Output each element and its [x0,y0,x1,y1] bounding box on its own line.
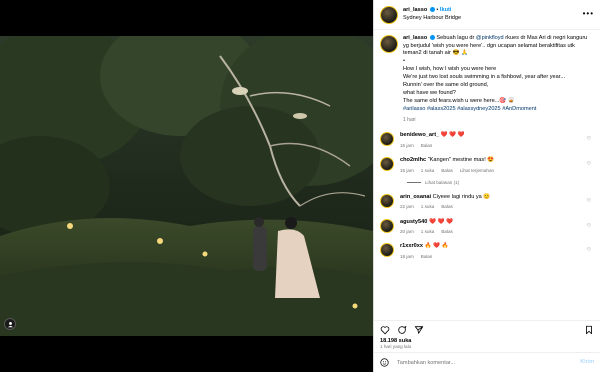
avatar[interactable] [380,156,394,171]
mention-link[interactable]: @pinkfloyd [476,35,504,41]
reply-button[interactable]: Balas [441,204,453,209]
heart-icon[interactable]: ♡ [584,132,594,149]
comment-item: cho2mlhc "Kangen" mestine mas! 😍 15 jam 1… [380,156,594,174]
send-button[interactable]: Kirim [580,359,594,366]
caption-lyric: How I wish, how I wish you were here [403,66,497,73]
follow-button[interactable]: Ikuti [440,7,452,13]
comment-likes[interactable]: 1 suka [421,229,435,234]
caption-time: 1 hari [403,116,416,123]
comment-text: Ciyeee lagi rindu ya 😊 [432,193,491,200]
comment-username[interactable]: arin_osanai [400,194,431,200]
caption-lyric: We're just two lost souls swimming in a … [403,74,565,81]
post-window: ari_lasso • Ikuti Sydney Harbour Bridge … [0,0,600,372]
avatar[interactable] [380,243,394,258]
caption-lyric: Runnin' over the same old ground, [403,82,489,89]
comment-time: 15 jam [400,167,414,173]
comment-time: 15 jam [400,142,414,148]
share-icon[interactable] [414,325,424,335]
reply-button[interactable]: Balas [441,168,453,173]
post-age: 1 hari yang lalu [380,343,412,349]
comment-item: arin_osanai Ciyeee lagi rindu ya 😊 22 ja… [380,193,594,211]
avatar[interactable] [380,218,394,233]
caption-text: Sebuah lagu dr [436,35,476,41]
caption-hashtags[interactable]: #arilasso #alass2025 #alassydney2025 #An… [403,106,594,114]
caption-lyric: The same old fears.wish u were here...🎯 … [403,98,515,105]
reply-button[interactable]: Balas [421,254,433,259]
comment-time: 20 jam [400,229,414,235]
comment-username[interactable]: agusty540 [400,219,427,225]
comment-time: 18 jam [400,253,414,259]
reply-button[interactable]: Balas [421,143,433,148]
comment-username[interactable]: r1xxr0xx [400,243,423,249]
comment-username[interactable]: cho2mlhc [400,157,426,163]
likes-count[interactable]: 18.198 suka [380,338,594,346]
replies-divider [407,182,421,184]
avatar[interactable] [380,193,394,208]
comment-text: 🔥 ❤️ 🔥 [424,243,449,250]
post-header: ari_lasso • Ikuti Sydney Harbour Bridge … [374,0,600,30]
bookmark-icon[interactable] [584,325,594,335]
comments-scroll-area[interactable]: ari_lasso Sebuah lagu dr @pinkfloyd rkue… [374,31,600,320]
comment-icon[interactable] [397,325,407,335]
post-header-meta: ari_lasso • Ikuti Sydney Harbour Bridge [403,7,583,22]
photo-scene [0,36,373,336]
reply-button[interactable]: Balas [441,229,453,234]
comment-item: benidewo_art_ ❤️ ❤️ ❤️ 15 jam Balas ♡ [380,132,594,149]
comment-username[interactable]: benidewo_art_ [400,132,439,138]
comment-item: r1xxr0xx 🔥 ❤️ 🔥 18 jam Balas ♡ [380,243,594,260]
avatar[interactable] [380,5,398,24]
view-replies-button[interactable]: Lihat balasan (1) [407,180,594,186]
heart-icon[interactable]: ♡ [584,219,594,236]
verified-icon [429,6,435,12]
comment-likes[interactable]: 1 suka [421,204,435,209]
post-caption: ari_lasso Sebuah lagu dr @pinkfloyd rkue… [380,35,594,124]
emoji-icon[interactable] [380,358,389,367]
heart-icon[interactable]: ♡ [584,194,594,211]
caption-lyric: what have we found? [403,90,456,97]
post-actions: 18.198 suka [374,320,600,344]
heart-icon[interactable]: ♡ [584,243,594,260]
translate-link[interactable]: Lihat terjemahan [460,168,494,173]
comment-time: 22 jam [400,204,414,210]
verified-icon [429,35,435,41]
post-username[interactable]: ari_lasso [403,7,427,13]
heart-icon[interactable] [380,325,390,335]
more-icon[interactable]: ••• [583,9,594,20]
heart-icon[interactable]: ♡ [584,157,594,174]
comment-input[interactable] [397,359,581,366]
post-photo[interactable] [0,0,373,372]
avatar[interactable] [380,35,398,53]
view-replies-label: Lihat balasan (1) [425,179,460,185]
comment-text: "Kangen" mestine mas! 😍 [427,156,495,163]
user-tag-icon[interactable] [4,318,16,330]
comment-composer: Kirim [374,352,600,372]
comment-text: ❤️ ❤️ ❤️ [428,218,453,225]
comment-item: agusty540 ❤️ ❤️ ❤️ 20 jam 1 suka Balas ♡ [380,218,594,236]
caption-username[interactable]: ari_lasso [403,35,427,41]
comment-text: ❤️ ❤️ ❤️ [440,132,465,139]
post-location[interactable]: Sydney Harbour Bridge [403,15,583,23]
avatar[interactable] [380,132,394,147]
caption-bullet: • [403,58,405,65]
comment-likes[interactable]: 1 suka [421,168,435,173]
post-side-panel: ari_lasso • Ikuti Sydney Harbour Bridge … [373,0,600,372]
